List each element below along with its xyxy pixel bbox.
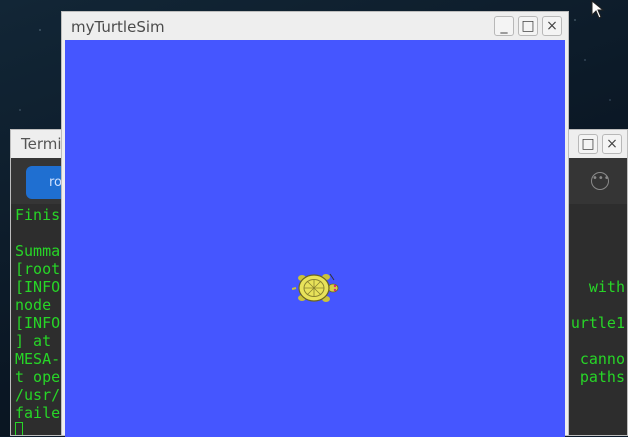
terminal-line: Summa [15,242,61,260]
minimize-icon: _ [500,18,508,34]
terminal-line: Finis [15,206,61,224]
terminal-line-tail: with [588,278,625,296]
turtlesim-titlebar[interactable]: myTurtleSim _ □ × [62,12,568,40]
maximize-icon: □ [521,18,535,34]
terminal-line: [root [15,260,61,278]
turtlesim-maximize-button[interactable]: □ [518,16,538,36]
terminal-line-tail: paths [579,368,625,386]
terminal-title: Termi [21,135,62,153]
close-icon: × [546,18,558,34]
turtlesim-canvas[interactable] [65,40,565,437]
terminal-line: MESA- [15,350,61,368]
terminal-line: node [15,296,61,314]
terminal-line: t ope [15,368,61,386]
close-icon: × [606,136,618,152]
terminal-line-tail: urtle1 [570,314,625,332]
terminal-line: /usr/ [15,386,61,404]
terminal-line: [INFO [15,278,61,296]
terminal-cursor [15,422,23,435]
maximize-icon: □ [581,136,595,152]
terminal-maximize-button[interactable]: □ [578,134,598,154]
terminal-line: [INFO [15,314,61,332]
terminal-line: ] at [15,332,61,350]
turtlesim-title: myTurtleSim [71,18,165,36]
turtlesim-close-button[interactable]: × [542,16,562,36]
turtlesim-window[interactable]: myTurtleSim _ □ × [61,11,569,437]
terminal-close-button[interactable]: × [602,134,622,154]
ellipsis-circle-icon[interactable]: ••• [591,172,610,190]
turtlesim-minimize-button[interactable]: _ [494,16,514,36]
turtle-icon [291,268,340,312]
terminal-line-tail: canno [579,350,625,368]
